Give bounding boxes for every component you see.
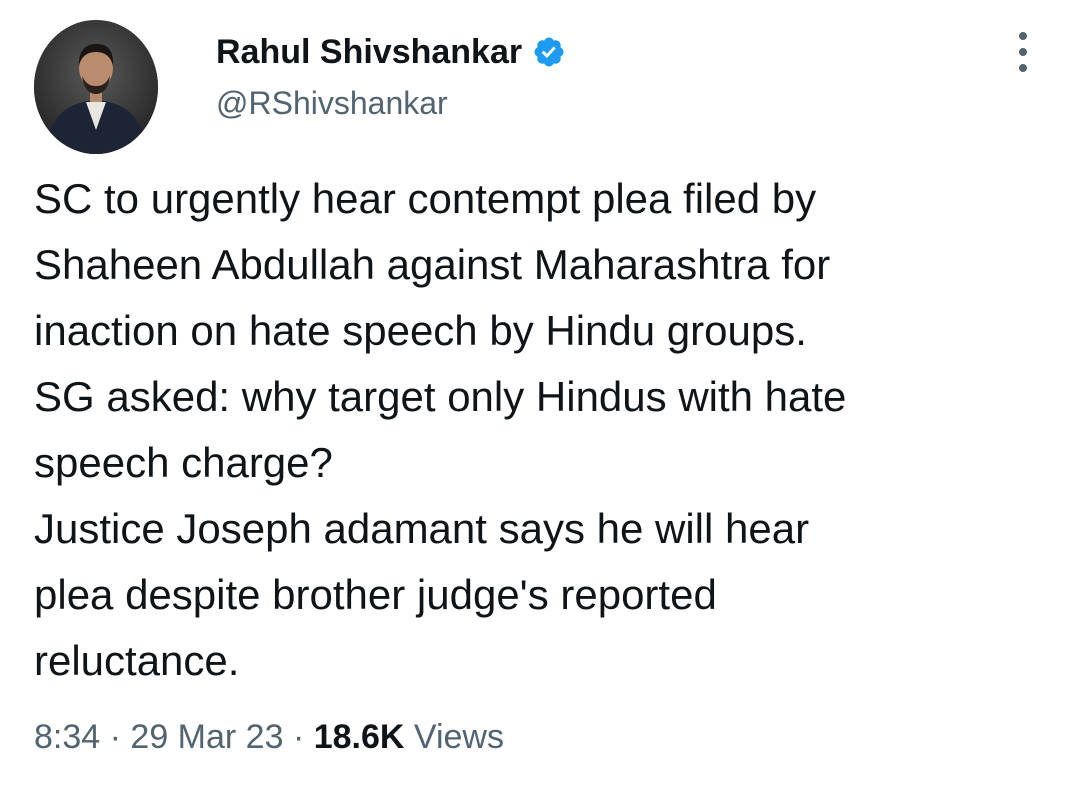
more-dot xyxy=(1019,48,1027,56)
author-name-row[interactable]: Rahul Shivshankar xyxy=(216,30,566,74)
author-display-name[interactable]: Rahul Shivshankar xyxy=(216,30,522,74)
more-dot xyxy=(1019,64,1027,72)
tweet-text-line: SC to urgently hear contempt plea filed … xyxy=(34,175,817,222)
tweet-text-line: Shaheen Abdullah against Maharashtra for xyxy=(34,241,831,288)
tweet-text-line: speech charge? xyxy=(34,439,333,486)
author-handle[interactable]: @RShivshankar xyxy=(216,82,448,124)
tweet-text-line: plea despite brother judge's reported xyxy=(34,571,717,618)
avatar-photo xyxy=(34,20,158,154)
verified-badge-icon xyxy=(534,37,564,67)
tweet-text-line: Justice Joseph adamant says he will hear xyxy=(34,505,810,552)
avatar[interactable] xyxy=(34,20,158,154)
more-dot xyxy=(1019,32,1027,40)
tweet-text-line: reluctance. xyxy=(34,637,240,684)
tweet-date[interactable]: 29 Mar 23 xyxy=(130,718,283,756)
tweet-text-line: inaction on hate speech by Hindu groups. xyxy=(34,307,807,354)
views-count[interactable]: 18.6K xyxy=(314,718,405,756)
meta-separator: · xyxy=(100,718,131,756)
tweet-text: SC to urgently hear contempt plea filed … xyxy=(34,166,1044,694)
more-options-icon[interactable] xyxy=(1008,30,1038,74)
tweet-time[interactable]: 8:34 xyxy=(34,718,100,756)
tweet-text-line: SG asked: why target only Hindus with ha… xyxy=(34,373,847,420)
views-label[interactable]: Views xyxy=(414,718,504,756)
meta-separator: · xyxy=(283,718,314,756)
tweet-meta: 8:34 · 29 Mar 23 · 18.6K Views xyxy=(34,712,504,762)
